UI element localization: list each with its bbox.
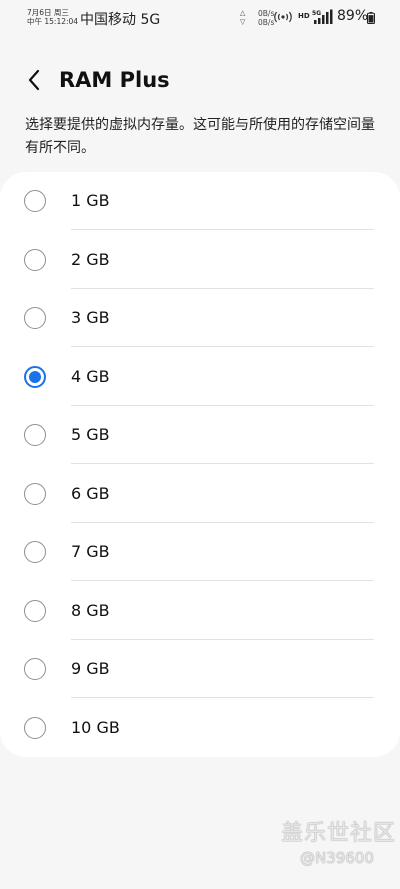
radio-button[interactable] bbox=[24, 190, 46, 212]
ram-option[interactable]: 7 GB bbox=[0, 523, 400, 581]
status-bar: 7月6日 周三 中午 15:12:04 中国移动 5G △ 0B/s ▽ 0B/… bbox=[0, 0, 400, 36]
status-datetime: 7月6日 周三 中午 15:12:04 bbox=[27, 8, 78, 26]
ram-options-list: 1 GB 2 GB 3 GB 4 GB 5 GB 6 GB 7 GB 8 GB 9 GB 10 G… bbox=[0, 172, 400, 757]
download-arrow-icon: ▽ bbox=[240, 18, 246, 26]
battery-percentage: 89% bbox=[337, 8, 369, 24]
back-button[interactable] bbox=[20, 66, 48, 94]
battery-icon bbox=[367, 12, 375, 24]
ram-option-label: 10 GB bbox=[71, 717, 120, 737]
ram-option-label: 3 GB bbox=[71, 308, 110, 327]
status-time: 中午 15:12:04 bbox=[27, 17, 79, 26]
ram-option-label: 9 GB bbox=[71, 659, 110, 678]
ram-option[interactable]: 4 GB bbox=[0, 348, 400, 406]
ram-option[interactable]: 8 GB bbox=[0, 582, 400, 640]
radio-button[interactable] bbox=[24, 424, 46, 446]
ram-option[interactable]: 10 GB bbox=[0, 699, 400, 757]
watermark-brand: 盖乐世社区 bbox=[281, 821, 397, 846]
page-title: RAM Plus bbox=[59, 68, 170, 92]
ram-option[interactable]: 2 GB bbox=[0, 231, 400, 289]
ram-option[interactable]: 9 GB bbox=[0, 640, 400, 698]
ram-option[interactable]: 6 GB bbox=[0, 465, 400, 523]
radio-button-checked[interactable] bbox=[24, 365, 46, 388]
status-date: 7月6日 周三 bbox=[27, 8, 69, 17]
network-type-label: 5G bbox=[312, 10, 321, 17]
back-arrow-icon bbox=[28, 69, 40, 91]
hd-badge: HD bbox=[298, 12, 310, 20]
ram-option-label: 8 GB bbox=[71, 600, 110, 620]
watermark-user: @N39600 bbox=[300, 849, 374, 867]
ram-option[interactable]: 5 GB bbox=[0, 406, 400, 464]
hotspot-icon bbox=[274, 11, 292, 23]
radio-button[interactable] bbox=[24, 658, 46, 680]
radio-button[interactable] bbox=[24, 307, 46, 329]
ram-option-label: 7 GB bbox=[71, 542, 110, 561]
ram-option[interactable]: 3 GB bbox=[0, 289, 400, 347]
network-speed: △ 0B/s ▽ 0B/s bbox=[240, 9, 274, 27]
ram-option-label: 1 GB bbox=[71, 191, 110, 210]
signal-icon: 5G bbox=[312, 9, 333, 24]
ram-option-label: 6 GB bbox=[71, 483, 110, 503]
upload-arrow-icon: △ bbox=[240, 9, 246, 17]
radio-button[interactable] bbox=[24, 541, 46, 563]
ram-option-label: 4 GB bbox=[71, 366, 110, 386]
radio-button[interactable] bbox=[24, 716, 46, 739]
radio-button[interactable] bbox=[24, 248, 46, 271]
status-carrier: 中国移动 5G bbox=[80, 12, 161, 28]
radio-button[interactable] bbox=[24, 482, 46, 505]
radio-button[interactable] bbox=[24, 599, 46, 622]
ram-option-label: 2 GB bbox=[71, 249, 110, 269]
ram-option-label: 5 GB bbox=[71, 425, 110, 444]
page-description: 选择要提供的虚拟内存量。这可能与所使用的存储空间量有所不同。 bbox=[25, 117, 375, 156]
ram-option[interactable]: 1 GB bbox=[0, 172, 400, 230]
